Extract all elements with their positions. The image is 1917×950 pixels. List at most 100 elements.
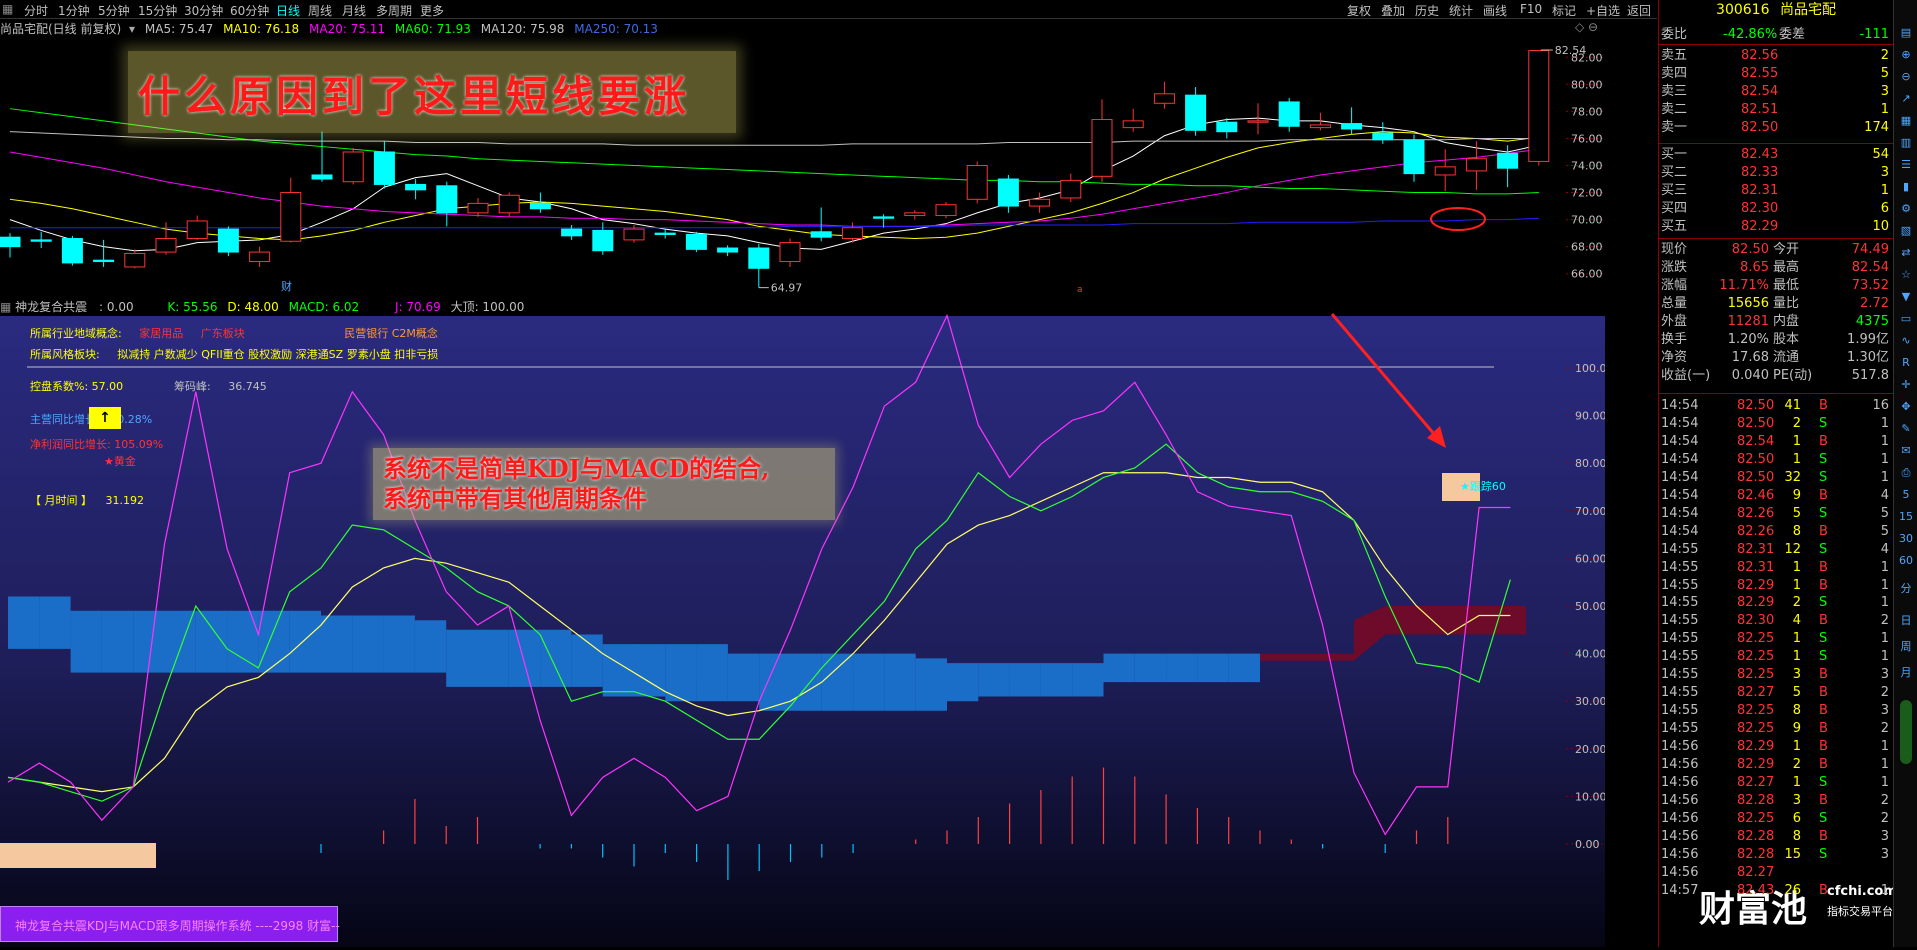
ask-price: 82.54 (1741, 84, 1779, 99)
toolbar-menu-icon[interactable]: ▦ (2, 2, 13, 16)
tick-time: 14:54 (1661, 451, 1699, 467)
band-blue-segment (978, 663, 1010, 697)
crosshair-icon[interactable]: ✛ (1897, 376, 1915, 394)
tick-side: B (1819, 577, 1828, 593)
tick-price: 82.25 (1737, 721, 1775, 737)
price-chart-panel[interactable]: 82.00 80.00 78.00 76.00 74.00 72.00 70.00 68.00… (0, 19, 1607, 297)
move-icon[interactable]: ✥ (1897, 398, 1915, 416)
tick-row: 14:54 82.50 1 S 1 (1659, 451, 1893, 469)
candle-body (1278, 101, 1300, 127)
btn-back[interactable]: 返回 (1627, 2, 1651, 19)
band-blue-segment (477, 629, 509, 687)
btn-add-favorite[interactable]: +自选 (1586, 2, 1620, 19)
btn-biaoji[interactable]: 标记 (1552, 2, 1576, 19)
chart-icon[interactable]: ▤ (1897, 24, 1915, 42)
band-blue-segment (8, 596, 40, 649)
tick-row: 14:55 82.27 5 B 2 (1659, 684, 1893, 702)
ind-ytick: 60.00 (1575, 552, 1605, 565)
indicator-chart[interactable]: 100.0 90.00 80.00 70.00 60.00 50.00 40.00 30.00… (0, 298, 1607, 947)
tab-weekly[interactable]: 周线 (308, 2, 332, 19)
print-icon[interactable]: ⎙ (1897, 464, 1915, 482)
tab-60min[interactable]: 60分钟 (230, 2, 269, 19)
tick-time: 14:54 (1661, 487, 1699, 503)
band-blue-segment (70, 610, 102, 673)
scroll-slider[interactable] (1900, 700, 1912, 764)
tick-price: 82.27 (1737, 774, 1775, 790)
number-30-icon[interactable]: 30 (1897, 530, 1915, 548)
tab-monthly[interactable]: 月线 (342, 2, 366, 19)
tick-side: S (1819, 595, 1828, 611)
band-blue-segment (446, 629, 478, 687)
tab-15min[interactable]: 15分钟 (138, 2, 177, 19)
tab-multi-period[interactable]: 多周期 (376, 2, 412, 19)
month-time-label: 【 月时间 】 (30, 494, 92, 507)
btn-fuquan[interactable]: 复权 (1347, 2, 1371, 19)
panel-controls[interactable]: ◇ ⊖ (1575, 20, 1598, 34)
line-chart-icon[interactable]: ↗ (1897, 90, 1915, 108)
tick-price: 82.25 (1737, 667, 1775, 683)
list-icon[interactable]: ☰ (1897, 156, 1915, 174)
indicator-menu-icon[interactable]: ▦ (0, 300, 11, 314)
indicator-name[interactable]: 神龙复合共震 (15, 300, 87, 314)
tab-fenshi[interactable]: 分时 (24, 2, 48, 19)
tool-period-yue[interactable]: 月 (1897, 664, 1915, 682)
bid-volume: 6 (1880, 201, 1889, 216)
notes-icon[interactable]: ✉ (1897, 442, 1915, 460)
rsi-icon[interactable]: R (1897, 354, 1915, 372)
zoom-out-icon[interactable]: ⊖ (1897, 68, 1915, 86)
btn-huaxian[interactable]: 画线 (1483, 2, 1507, 19)
settings-icon[interactable]: ⚙ (1897, 200, 1915, 218)
draw-icon[interactable]: ✎ (1897, 420, 1915, 438)
stat-label: 内盘 (1773, 314, 1800, 329)
btn-tongji[interactable]: 统计 (1449, 2, 1473, 19)
tick-side: S (1819, 541, 1828, 557)
tab-5min[interactable]: 5分钟 (98, 2, 130, 19)
chart-dropdown-icon[interactable]: ▾ (129, 22, 135, 36)
indicator-icon[interactable]: ∿ (1897, 332, 1915, 350)
chouma-value: 36.745 (228, 380, 267, 393)
tab-30min[interactable]: 30分钟 (184, 2, 223, 19)
tick-volume: 4 (1792, 613, 1801, 629)
chart-title: 尚品宅配(日线 前复权) (0, 22, 122, 36)
tool-period-fen[interactable]: 分 (1897, 580, 1915, 598)
tab-1min[interactable]: 1分钟 (58, 2, 90, 19)
ma5-label: MA5: 75.47 (144, 22, 214, 36)
bid-price: 82.33 (1741, 165, 1779, 180)
tick-side: B (1819, 559, 1828, 575)
zoom-in-icon[interactable]: ⊕ (1897, 46, 1915, 64)
candle-body (654, 232, 676, 235)
candle-body (405, 183, 427, 191)
tick-price: 82.27 (1737, 864, 1775, 880)
tool-period-zhou[interactable]: 周 (1897, 638, 1915, 656)
tick-count: 1 (1880, 433, 1889, 449)
tick-count: 2 (1880, 613, 1889, 629)
tick-time: 14:54 (1661, 398, 1699, 413)
indicator-panel[interactable]: 100.0 90.00 80.00 70.00 60.00 50.00 40.00 30.00… (0, 298, 1607, 947)
layers-icon[interactable]: ▧ (1897, 222, 1915, 240)
ask-row: 卖四 82.55 5 (1659, 65, 1893, 82)
tool-period-ri[interactable]: 日 (1897, 612, 1915, 630)
number-5-icon[interactable]: 5 (1897, 486, 1915, 504)
ask-row: 卖三 82.54 3 (1659, 83, 1893, 100)
doc-icon[interactable]: ▭ (1897, 310, 1915, 328)
btn-diejia[interactable]: 叠加 (1381, 2, 1405, 19)
bar-chart-icon[interactable]: ▮ (1897, 178, 1915, 196)
tick-time: 14:55 (1661, 577, 1699, 593)
tab-daily[interactable]: 日线 (276, 2, 300, 19)
ind-ytick: 0.00 (1575, 838, 1600, 851)
tick-volume: 8 (1792, 523, 1801, 539)
compare-icon[interactable]: ⇄ (1897, 244, 1915, 262)
number-60-icon[interactable]: 60 (1897, 552, 1915, 570)
filter-icon[interactable]: ▼ (1897, 288, 1915, 306)
grid-icon[interactable]: ▥ (1897, 134, 1915, 152)
band-blue-segment (1166, 653, 1198, 683)
star-icon[interactable]: ☆ (1897, 266, 1915, 284)
tick-count: 5 (1880, 523, 1889, 539)
stat-value: 74.49 (1851, 242, 1889, 257)
number-15-icon[interactable]: 15 (1897, 508, 1915, 526)
btn-lishi[interactable]: 历史 (1415, 2, 1439, 19)
table-icon[interactable]: ▦ (1897, 112, 1915, 130)
btn-f10[interactable]: F10 (1520, 2, 1542, 16)
candle-body (1247, 120, 1269, 123)
tab-more[interactable]: 更多 (420, 2, 444, 19)
